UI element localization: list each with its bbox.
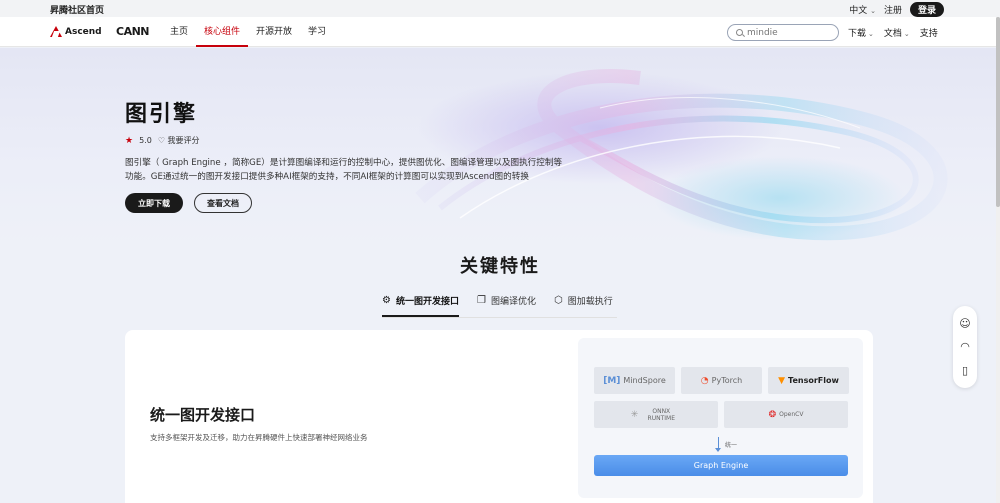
- chevron-down-icon: ⌄: [868, 29, 874, 38]
- framework-onnx-runtime: ✳ ONNX RUNTIME: [594, 401, 718, 428]
- chevron-down-icon: ⌄: [903, 29, 910, 38]
- download-menu[interactable]: 下载 ⌄: [848, 26, 874, 39]
- feature-card-description: 支持多框架开发及迁移，助力在昇腾硬件上快速部署神经网络业务: [150, 433, 368, 442]
- hero-banner: [0, 48, 1000, 248]
- top-utility-bar: 昇腾社区首页 中文 ⌄ 注册 登录: [0, 0, 1000, 17]
- framework-label: OpenCV: [779, 411, 804, 418]
- login-button[interactable]: 登录: [909, 2, 944, 17]
- ascend-logo[interactable]: Ascend: [50, 26, 102, 37]
- framework-diagram: [M] MindSpore ◔ PyTorch ▼ TensorFlow ✳ ONNX …: [578, 338, 863, 498]
- download-label: 下载: [848, 28, 867, 39]
- section-title: 关键特性: [460, 256, 540, 277]
- feature-card: 统一图开发接口 支持多框架开发及迁移，助力在昇腾硬件上快速部署神经网络业务 [M…: [125, 330, 873, 503]
- framework-label: PyTorch: [711, 376, 743, 385]
- docs-menu[interactable]: 文档 ⌄: [884, 26, 910, 39]
- hero-description: 图引擎（ Graph Engine ，简称GE）是计算图编译和运行的控制中心，提…: [125, 158, 563, 182]
- page-title: 图引擎: [125, 102, 198, 127]
- rating-row: ★ 5.0 ♡ 我要评分: [125, 135, 200, 146]
- product-name[interactable]: CANN: [116, 25, 150, 38]
- star-icon: ★: [125, 135, 134, 146]
- language-label: 中文: [849, 6, 868, 16]
- gear-icon: ⚙: [382, 295, 391, 306]
- opencv-logo-icon: ❂: [768, 409, 777, 420]
- rate-me-link[interactable]: ♡ 我要评分: [158, 135, 200, 146]
- main-navbar: Ascend CANN 主页 核心组件 开源开放 学习 下载⌄ 文档⌄ 支持: [0, 17, 1000, 47]
- layers-icon: ❐: [476, 295, 486, 306]
- framework-pytorch: ◔ PyTorch: [681, 367, 762, 394]
- nav-item-core-components[interactable]: 核心组件: [196, 17, 249, 47]
- nav-item-home[interactable]: 主页: [162, 17, 196, 47]
- smiley-feedback-icon[interactable]: ☺: [959, 318, 970, 329]
- unify-label: 统一: [725, 442, 738, 449]
- support-link[interactable]: 支持: [920, 26, 938, 39]
- tab-label: 图加载执行: [567, 297, 613, 307]
- nav-right: 下载 ⌄ 文档 ⌄ 支持: [848, 17, 938, 47]
- framework-opencv: ❂ OpenCV: [724, 401, 848, 428]
- nav-item-learn[interactable]: 学习: [300, 17, 334, 47]
- tab-graph-compile-optimize[interactable]: ❐ 图编译优化: [477, 294, 536, 315]
- rating-value: 5.0: [139, 136, 152, 145]
- topbar-right: 中文 ⌄ 注册 登录: [849, 2, 944, 17]
- cube-icon: ⬡: [553, 295, 563, 306]
- tab-divider: [382, 317, 617, 318]
- download-now-button[interactable]: 立即下载: [125, 193, 183, 213]
- framework-label: MindSpore: [623, 376, 666, 385]
- graph-engine-block: Graph Engine: [594, 455, 848, 476]
- search-box[interactable]: [727, 24, 839, 41]
- framework-mindspore: [M] MindSpore: [594, 367, 675, 394]
- nav-menu: 主页 核心组件 开源开放 学习: [162, 17, 334, 47]
- search-icon: [736, 29, 743, 36]
- search-input[interactable]: [747, 27, 827, 38]
- rate-me-label: 我要评分: [167, 136, 200, 145]
- feature-card-title: 统一图开发接口: [150, 406, 256, 424]
- phone-icon[interactable]: ▯: [962, 365, 968, 376]
- framework-label: TensorFlow: [788, 376, 839, 385]
- tensorflow-logo-icon: ▼: [778, 375, 786, 386]
- mindspore-logo-icon: [M]: [603, 375, 621, 386]
- language-switch[interactable]: 中文 ⌄: [849, 3, 876, 16]
- headset-support-icon[interactable]: ◠: [960, 341, 970, 352]
- docs-label: 文档: [883, 28, 902, 39]
- view-docs-button[interactable]: 查看文档: [194, 193, 252, 213]
- tab-graph-load-execute[interactable]: ⬡ 图加载执行: [554, 294, 613, 315]
- page-scrollbar[interactable]: [996, 17, 1000, 503]
- community-home-link[interactable]: 昇腾社区首页: [50, 3, 104, 16]
- framework-label: ONNX RUNTIME: [647, 407, 675, 422]
- scrollbar-thumb[interactable]: [996, 17, 1000, 207]
- hero-swirl-graphic: [415, 69, 948, 241]
- framework-tensorflow: ▼ TensorFlow: [768, 367, 849, 394]
- ascend-logo-icon: [50, 26, 62, 37]
- rate-icon: ♡: [157, 136, 165, 145]
- pytorch-logo-icon: ◔: [700, 375, 709, 386]
- nav-item-open-source[interactable]: 开源开放: [248, 17, 300, 47]
- chevron-down-icon: ⌄: [870, 7, 876, 15]
- register-link[interactable]: 注册: [884, 3, 902, 16]
- logo-text: Ascend: [65, 26, 102, 37]
- floating-toolbar: ☺ ◠ ▯: [953, 306, 977, 388]
- feature-tabs: ⚙ 统一图开发接口 ❐ 图编译优化 ⬡ 图加载执行: [382, 294, 613, 317]
- onnx-logo-icon: ✳: [630, 409, 639, 420]
- down-arrow-icon: [715, 437, 721, 452]
- tab-label: 图编译优化: [490, 297, 536, 307]
- tab-label: 统一图开发接口: [395, 297, 459, 307]
- tab-unified-graph-api[interactable]: ⚙ 统一图开发接口: [382, 294, 459, 317]
